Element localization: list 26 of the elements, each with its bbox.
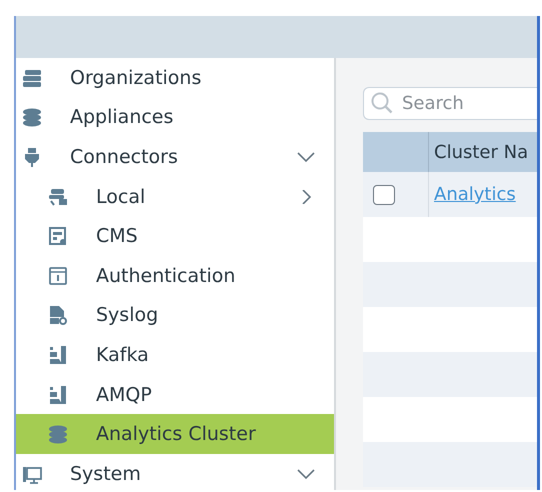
sidebar-item[interactable]: Appliances	[16, 98, 334, 138]
sidebar-item[interactable]: AMQP	[16, 374, 334, 414]
search-field[interactable]: Search	[363, 87, 537, 120]
form-icon	[48, 226, 68, 246]
sidebar-item[interactable]: Local	[16, 176, 334, 216]
bars-icon	[48, 344, 68, 365]
server-stack-icon	[22, 68, 42, 88]
sidebar-item[interactable]: Syslog	[16, 296, 334, 336]
keyhole-box-icon	[48, 266, 68, 286]
file-gear-icon	[48, 305, 68, 326]
chevron-down-icon[interactable]	[296, 466, 316, 481]
sidebar-item[interactable]: Analytics Cluster	[16, 414, 334, 454]
sidebar-item[interactable]: Kafka	[16, 335, 334, 375]
chevron-down-icon[interactable]	[296, 150, 316, 164]
plug-icon	[22, 146, 42, 167]
sidebar-item[interactable]: System	[16, 454, 334, 490]
disk-stack-icon	[48, 424, 68, 444]
sidebar-item[interactable]: Authentication	[16, 256, 334, 296]
bars-icon	[48, 384, 68, 405]
checkbox[interactable]	[373, 184, 395, 204]
search-icon	[370, 91, 394, 115]
server-mail-icon	[48, 186, 68, 207]
sidebar-item[interactable]: Connectors	[16, 137, 334, 177]
disk-stack-icon	[22, 107, 42, 128]
sidebar-item[interactable]: Organizations	[16, 58, 334, 98]
sidebar-item[interactable]: CMS	[16, 216, 334, 256]
